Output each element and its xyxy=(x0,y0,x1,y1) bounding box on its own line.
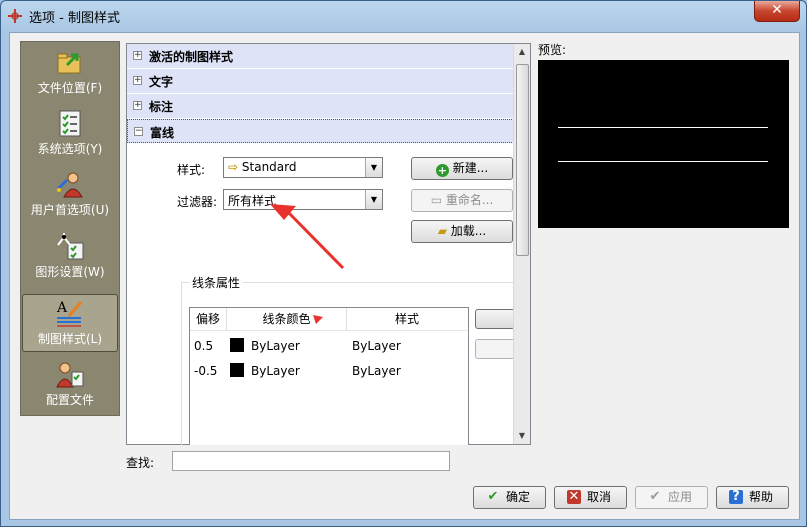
svg-text:A: A xyxy=(56,300,68,316)
expand-icon[interactable]: + xyxy=(133,101,142,110)
checklist-icon xyxy=(59,110,81,137)
style-select[interactable]: ⇨ Standard ▼ xyxy=(223,157,383,178)
nav-item-drafting-styles[interactable]: A 制图样式(L) xyxy=(22,294,118,352)
collapse-icon[interactable]: − xyxy=(134,127,143,136)
close-button[interactable]: ✕ xyxy=(754,1,800,22)
chevron-down-icon[interactable]: ▼ xyxy=(365,158,382,177)
tree-node-label: 标注 xyxy=(149,100,174,114)
line-properties-table: 偏移 线条颜色 样式 0.5 ByLayer ByLayer -0.5 ByLa… xyxy=(189,307,469,445)
tree-node-active-drafting-styles[interactable]: + 激活的制图样式 xyxy=(127,44,514,68)
window-title: 选项 - 制图样式 xyxy=(29,11,120,26)
cancel-icon: ✕ xyxy=(567,489,581,504)
folder-arrow-icon xyxy=(57,53,81,74)
column-header-color[interactable]: 线条颜色 xyxy=(227,308,347,331)
cancel-button[interactable]: ✕ 取消 xyxy=(554,486,627,509)
chevron-down-icon[interactable]: ▼ xyxy=(365,190,382,209)
ok-button[interactable]: ✔ 确定 xyxy=(473,486,546,509)
expand-icon[interactable]: + xyxy=(133,51,142,60)
options-dialog: 选项 - 制图样式 ✕ 文件位置(F) 系统选项(Y) 用户首选项(U) 图形设… xyxy=(0,0,807,527)
help-button[interactable]: ? 帮助 xyxy=(716,486,789,509)
tree-node-text[interactable]: + 文字 xyxy=(127,69,514,93)
nav-item-label: 图形设置(W) xyxy=(35,265,105,279)
filter-select[interactable]: 所有样式 ▼ xyxy=(223,189,383,210)
rename-button-label: 重命名... xyxy=(445,193,494,207)
new-button-label: 新建... xyxy=(452,161,489,175)
rename-button[interactable]: ▭ 重命名... xyxy=(411,189,513,212)
cancel-button-label: 取消 xyxy=(587,490,612,504)
color-swatch xyxy=(230,338,244,352)
nav-item-label: 系统选项(Y) xyxy=(37,142,103,156)
preview-label: 预览: xyxy=(538,43,567,57)
tree-node-dimension[interactable]: + 标注 xyxy=(127,94,514,118)
find-input[interactable] xyxy=(172,451,450,471)
load-button-label: 加载... xyxy=(450,224,487,238)
style-value: ⇨ Standard xyxy=(228,160,296,174)
style-cell: ByLayer xyxy=(352,364,401,378)
nav-item-profiles[interactable]: 配置文件 xyxy=(22,356,118,414)
column-header-offset[interactable]: 偏移 xyxy=(190,308,227,331)
side-button-2[interactable] xyxy=(475,339,515,359)
apply-button[interactable]: ✔ 应用 xyxy=(635,486,708,509)
scroll-thumb[interactable] xyxy=(516,64,529,256)
vertical-scrollbar[interactable]: ▲ ▼ xyxy=(513,44,530,444)
nav-item-label: 制图样式(L) xyxy=(37,332,103,346)
graphics-settings-icon xyxy=(57,233,84,260)
color-cell: ByLayer xyxy=(251,364,300,378)
preview-canvas xyxy=(538,60,789,228)
find-label: 查找: xyxy=(126,456,155,470)
offset-cell: 0.5 xyxy=(194,339,214,353)
expand-icon[interactable]: + xyxy=(133,76,142,85)
column-header-style[interactable]: 样式 xyxy=(347,308,467,331)
scroll-down-icon[interactable]: ▼ xyxy=(514,428,530,444)
preview-line-top xyxy=(558,127,768,128)
style-cell: ByLayer xyxy=(352,339,401,353)
nav-item-label: 文件位置(F) xyxy=(37,81,103,95)
rename-icon: ▭ xyxy=(430,193,443,207)
filter-value: 所有样式 xyxy=(228,194,277,208)
side-button-1[interactable] xyxy=(475,309,515,329)
profiles-icon xyxy=(56,362,84,388)
tree-node-label: 富线 xyxy=(150,126,175,140)
line-properties-title: 线条属性 xyxy=(189,274,244,291)
nav-item-graphics-settings[interactable]: 图形设置(W) xyxy=(22,228,118,286)
load-button[interactable]: ▰ 加载... xyxy=(411,220,513,243)
tree-node-label: 激活的制图样式 xyxy=(149,50,234,64)
ok-button-label: 确定 xyxy=(506,490,531,504)
user-preferences-icon xyxy=(56,172,83,198)
tree-node-label: 文字 xyxy=(149,75,174,89)
nav-item-label: 用户首选项(U) xyxy=(30,203,110,217)
apply-icon: ✔ xyxy=(649,489,661,504)
filter-label: 过滤器: xyxy=(177,195,218,209)
color-cell: ByLayer xyxy=(251,339,300,353)
folder-icon: ▰ xyxy=(437,224,447,238)
settings-panel: + 激活的制图样式 + 文字 + 标注 − 富线 样式: ⇨ Standard xyxy=(126,43,531,445)
nav-item-file-locations[interactable]: 文件位置(F) xyxy=(22,44,118,102)
tree-node-mline[interactable]: − 富线 xyxy=(127,119,514,143)
drafting-styles-icon: A xyxy=(56,300,83,327)
add-icon: + xyxy=(435,164,449,177)
arrow-right-icon: ⇨ xyxy=(228,160,239,174)
close-icon: ✕ xyxy=(771,2,783,18)
nav-item-label: 配置文件 xyxy=(45,393,94,407)
dialog-client: 文件位置(F) 系统选项(Y) 用户首选项(U) 图形设置(W) A 制图样式(… xyxy=(9,32,800,520)
check-icon: ✔ xyxy=(487,489,499,504)
app-icon xyxy=(8,9,22,23)
apply-button-label: 应用 xyxy=(668,490,693,504)
preview-line-bottom xyxy=(558,161,768,162)
color-swatch xyxy=(230,363,244,377)
nav-item-user-preferences[interactable]: 用户首选项(U) xyxy=(22,166,118,224)
new-button[interactable]: + 新建... xyxy=(411,157,513,180)
help-button-label: 帮助 xyxy=(749,490,774,504)
offset-cell: -0.5 xyxy=(194,364,218,378)
nav-item-system-options[interactable]: 系统选项(Y) xyxy=(22,105,118,163)
title-bar[interactable]: 选项 - 制图样式 ✕ xyxy=(1,1,806,31)
scroll-up-icon[interactable]: ▲ xyxy=(514,44,530,60)
help-icon: ? xyxy=(729,490,743,504)
style-label: 样式: xyxy=(177,163,206,177)
style-value-text: Standard xyxy=(241,160,297,174)
options-nav: 文件位置(F) 系统选项(Y) 用户首选项(U) 图形设置(W) A 制图样式(… xyxy=(20,41,120,416)
